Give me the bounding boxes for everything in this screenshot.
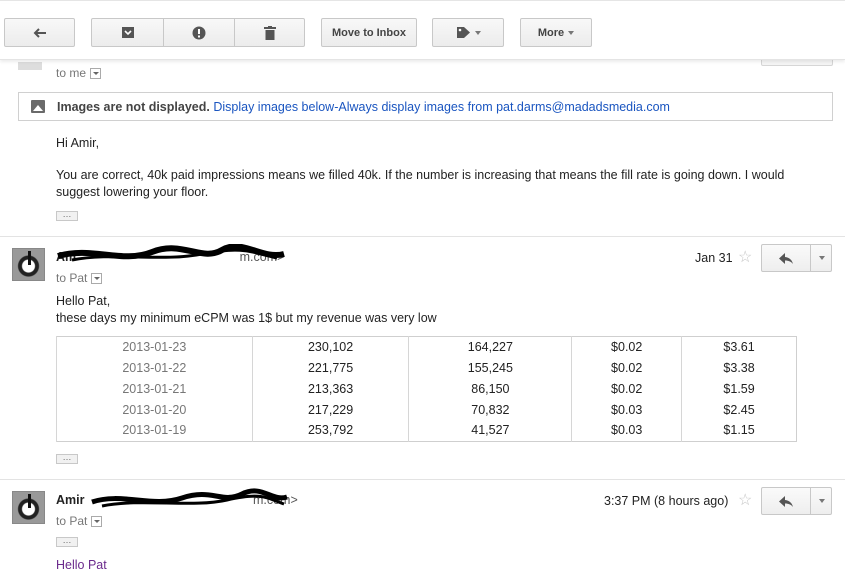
table-cell: $0.02	[571, 336, 682, 358]
table-row: 2013-01-22 221,775 155,245 $0.02 $3.38	[56, 357, 797, 379]
message-greeting: Hello Pat	[56, 558, 107, 572]
table-row: 2013-01-21 213,363 86,150 $0.02 $1.59	[56, 378, 797, 400]
recipient-line: to Pat	[56, 514, 103, 528]
chevron-down-icon	[568, 30, 575, 35]
table-cell: 2013-01-22	[56, 357, 253, 379]
table-cell: $0.03	[571, 420, 682, 442]
message-body: these days my minimum eCPM was 1$ but my…	[56, 311, 437, 325]
message-date: Jan 31	[695, 251, 733, 265]
reply-button[interactable]	[762, 245, 810, 271]
table-row: 2013-01-19 253,792 41,527 $0.03 $1.15	[56, 420, 797, 442]
chevron-down-icon	[818, 499, 825, 503]
message-greeting: Hello Pat,	[56, 294, 111, 308]
report-spam-button[interactable]	[164, 19, 234, 46]
table-cell: 253,792	[251, 420, 409, 442]
table-cell: 41,527	[408, 420, 572, 442]
reply-arrow-icon	[779, 495, 793, 507]
star-icon[interactable]: ☆	[738, 490, 752, 510]
images-notice-text: Images are not displayed.	[57, 99, 210, 114]
message-divider	[0, 236, 845, 237]
reply-button-group	[761, 244, 832, 272]
message-date: 3:37 PM (8 hours ago)	[604, 494, 729, 508]
avatar	[12, 248, 45, 281]
images-not-displayed-banner: Images are not displayed. Display images…	[18, 92, 833, 121]
message-divider	[0, 479, 845, 480]
table-row: 2013-01-23 230,102 164,227 $0.02 $3.61	[56, 336, 797, 358]
more-reply-options-button[interactable]	[811, 488, 832, 514]
table-cell: $0.02	[571, 357, 682, 379]
show-details-dropdown[interactable]	[90, 68, 102, 80]
chevron-down-icon	[474, 30, 481, 35]
redaction-scribble	[91, 488, 288, 508]
always-display-images-link[interactable]: Always display images from pat.darms@mad…	[338, 100, 670, 114]
trash-icon	[264, 25, 276, 40]
more-button[interactable]: More	[520, 18, 592, 47]
label-tag-icon	[456, 27, 470, 38]
reply-button-group	[761, 487, 832, 515]
delete-button[interactable]	[235, 19, 305, 46]
recipient-label: to Pat	[56, 514, 88, 528]
show-trimmed-content-button[interactable]: …	[56, 453, 78, 464]
labels-button[interactable]	[432, 18, 504, 47]
avatar	[12, 491, 45, 524]
table-cell: 2013-01-23	[56, 336, 253, 358]
image-icon	[31, 100, 45, 113]
table-cell: 86,150	[408, 378, 572, 400]
table-cell: 155,245	[408, 357, 572, 379]
back-button[interactable]	[4, 18, 75, 47]
action-button-group	[91, 18, 305, 47]
reply-button[interactable]	[762, 488, 810, 514]
table-cell: 2013-01-20	[56, 399, 253, 421]
show-details-dropdown[interactable]	[91, 273, 103, 285]
table-cell: 164,227	[408, 336, 572, 358]
archive-button[interactable]	[92, 19, 163, 46]
move-to-inbox-button[interactable]: Move to Inbox	[321, 18, 417, 47]
table-cell: $3.38	[681, 357, 797, 379]
table-cell: $0.02	[571, 378, 682, 400]
stats-table: 2013-01-23 230,102 164,227 $0.02 $3.61 2013-0…	[56, 336, 797, 442]
archive-icon	[121, 27, 134, 38]
table-cell: $2.45	[681, 399, 797, 421]
redaction-scribble	[57, 244, 285, 262]
back-arrow-icon	[33, 27, 46, 38]
table-row: 2013-01-20 217,229 70,832 $0.03 $2.45	[56, 399, 797, 421]
table-cell: $1.15	[681, 420, 797, 442]
show-trimmed-content-button[interactable]: …	[56, 536, 78, 547]
message-greeting: Hi Amir,	[56, 136, 100, 150]
avatar	[18, 62, 42, 70]
show-details-dropdown[interactable]	[91, 516, 103, 528]
display-images-below-link[interactable]: Display images below	[213, 100, 334, 114]
more-label: More	[537, 26, 565, 39]
table-cell: 2013-01-19	[56, 420, 253, 442]
chevron-down-icon	[818, 256, 825, 260]
table-cell: 2013-01-21	[56, 378, 253, 400]
reply-arrow-icon	[779, 252, 793, 264]
table-cell: $0.03	[571, 399, 682, 421]
show-trimmed-content-button[interactable]: …	[56, 210, 78, 221]
recipient-line: to me	[56, 66, 102, 80]
table-cell: 230,102	[251, 336, 409, 358]
table-cell: 70,832	[408, 399, 572, 421]
recipient-label: to me	[56, 66, 87, 80]
table-cell: 221,775	[251, 357, 409, 379]
recipient-label: to Pat	[56, 271, 88, 285]
recipient-line: to Pat	[56, 271, 103, 285]
message-toolbar: Move to Inbox More	[0, 4, 845, 60]
table-cell: 217,229	[251, 399, 409, 421]
table-cell: 213,363	[251, 378, 409, 400]
table-cell: $1.59	[681, 378, 797, 400]
report-spam-icon	[192, 26, 206, 39]
star-icon[interactable]: ☆	[738, 247, 752, 267]
table-cell: $3.61	[681, 336, 797, 358]
more-reply-options-button[interactable]	[811, 245, 832, 271]
message-body: You are correct, 40k paid impressions me…	[56, 168, 785, 199]
